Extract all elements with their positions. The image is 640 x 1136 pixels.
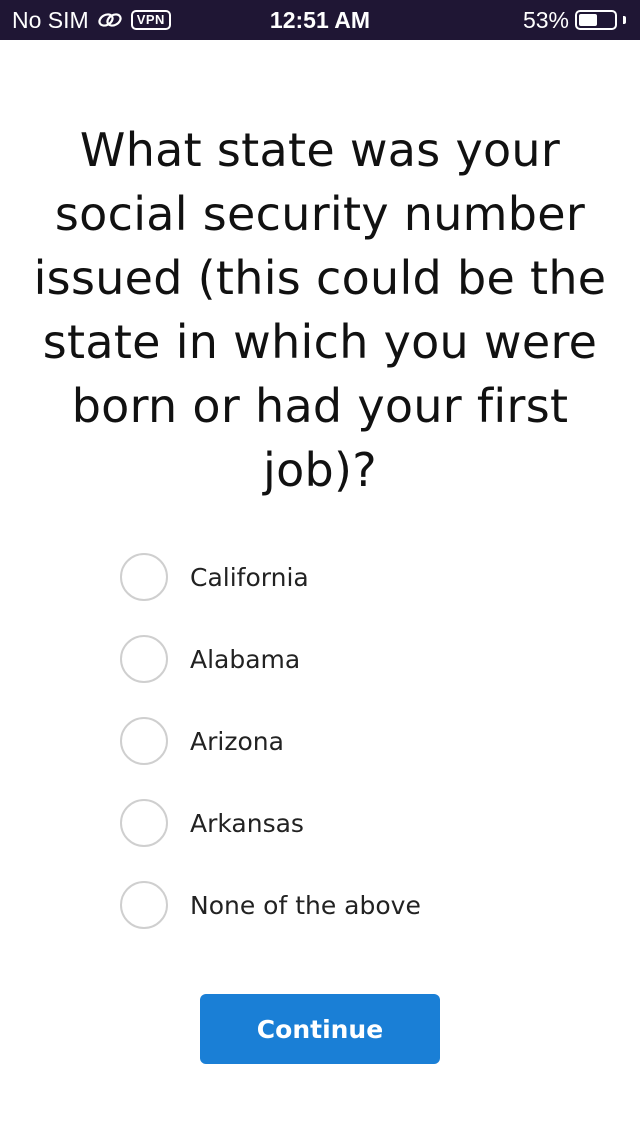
option-label: Arizona: [190, 727, 284, 756]
link-icon: [97, 9, 123, 31]
carrier-label: No SIM: [12, 6, 89, 33]
question-title: What state was your social security numb…: [33, 123, 607, 497]
status-bar-left: No SIM VPN: [12, 0, 171, 40]
vpn-icon: VPN: [130, 10, 171, 30]
option-label: None of the above: [190, 891, 421, 920]
battery-tip: [623, 16, 626, 24]
radio-button[interactable]: [120, 881, 168, 929]
option-arkansas[interactable]: Arkansas: [120, 799, 580, 881]
battery-icon: [575, 10, 617, 30]
radio-button[interactable]: [120, 717, 168, 765]
option-arizona[interactable]: Arizona: [120, 717, 580, 799]
radio-button[interactable]: [120, 553, 168, 601]
radio-button[interactable]: [120, 799, 168, 847]
battery-level-fill: [579, 14, 597, 26]
option-label: California: [190, 563, 309, 592]
continue-button[interactable]: Continue: [200, 994, 440, 1064]
battery-percent: 53%: [522, 6, 569, 33]
radio-button[interactable]: [120, 635, 168, 683]
answer-options: California Alabama Arizona Arkansas None…: [120, 553, 580, 963]
option-none-of-the-above[interactable]: None of the above: [120, 881, 580, 963]
option-label: Alabama: [190, 645, 301, 674]
option-alabama[interactable]: Alabama: [120, 635, 580, 717]
option-california[interactable]: California: [120, 553, 580, 635]
status-bar-right: 53%: [523, 0, 626, 40]
option-label: Arkansas: [190, 809, 304, 838]
status-bar: No SIM VPN 12:51 AM 53%: [0, 0, 640, 40]
